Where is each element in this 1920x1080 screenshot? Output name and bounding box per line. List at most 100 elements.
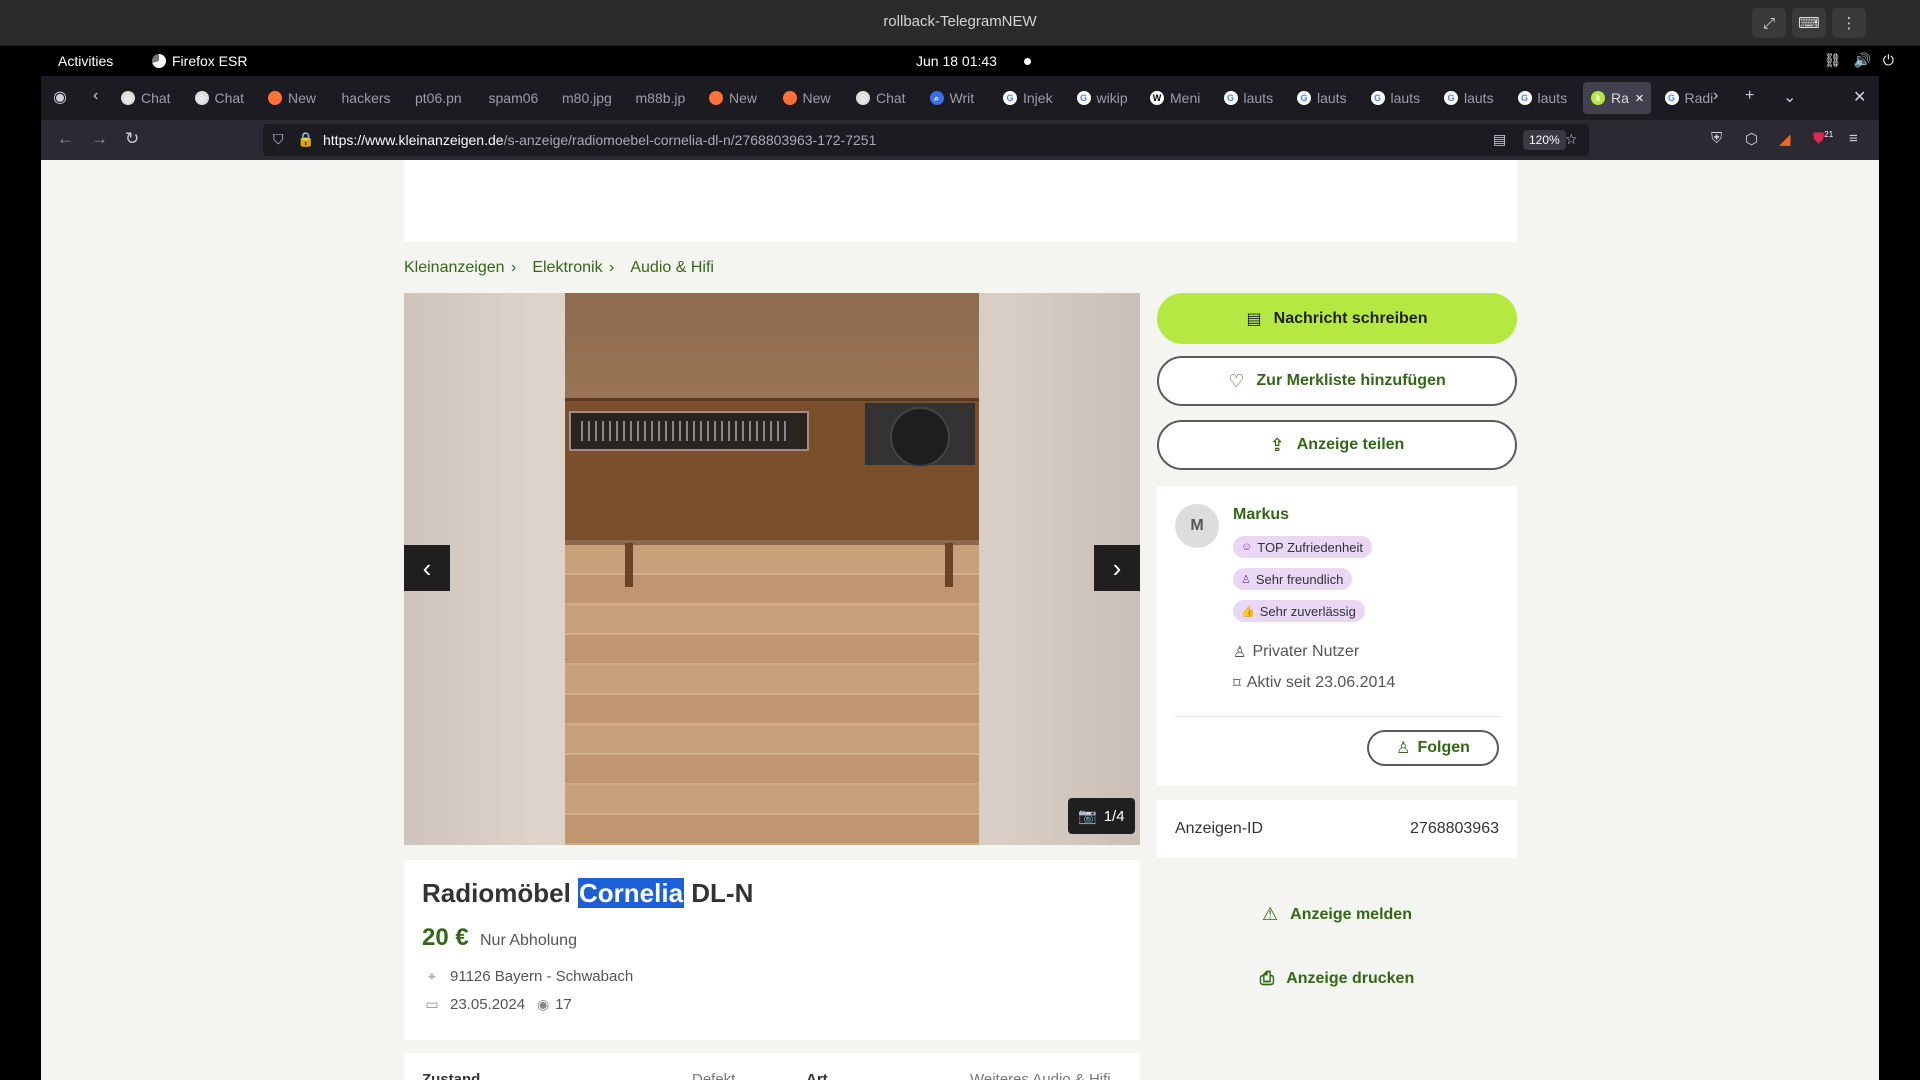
- browser-tab[interactable]: Glauts: [1216, 82, 1286, 114]
- reader-view-icon[interactable]: ▤: [1493, 131, 1506, 148]
- location-text: 91126 Bayern - Schwabach: [450, 968, 634, 985]
- image-gallery[interactable]: ‹ › 📷 1/4: [404, 293, 1140, 845]
- ublock-icon[interactable]: ⛊21: [1813, 130, 1833, 147]
- breadcrumb-item[interactable]: Audio & Hifi: [630, 259, 714, 277]
- shield-icon[interactable]: ⛉: [273, 131, 284, 148]
- browser-tab[interactable]: G Injek: [995, 82, 1065, 114]
- product-photo[interactable]: [565, 293, 979, 845]
- seller-type-text: Privater Nutzer: [1252, 643, 1360, 660]
- view-count: 17: [555, 996, 572, 1013]
- user-icon: ♙: [1233, 644, 1247, 661]
- browser-tab-label: Meni: [1170, 90, 1201, 106]
- ad-id-box: Anzeigen-ID 2768803963: [1157, 800, 1517, 858]
- browser-tab[interactable]: k Ra ✕: [1583, 82, 1651, 114]
- browser-tab-label: Ra: [1611, 90, 1629, 106]
- bookmark-star-icon[interactable]: ☆: [1565, 131, 1578, 148]
- hamburger-menu-icon[interactable]: ≡: [1849, 130, 1858, 147]
- extensions-icon[interactable]: ⬡: [1745, 130, 1758, 148]
- listing-price: 20 €: [422, 924, 469, 951]
- lock-icon[interactable]: 🔒: [297, 131, 314, 148]
- browser-tab-label: lauts: [1537, 90, 1568, 106]
- window-titlebar: rollback-TelegramNEW ⤢ ⌨ ⋮: [0, 0, 1920, 46]
- addon-icon[interactable]: ◢: [1779, 130, 1791, 148]
- browser-tab[interactable]: Glauts: [1436, 82, 1506, 114]
- more-icon[interactable]: ⋮: [1832, 8, 1866, 38]
- browser-tab[interactable]: ◎ Chat: [848, 82, 918, 114]
- ad-id-label: Anzeigen-ID: [1175, 820, 1264, 837]
- browser-tab[interactable]: m80.jpg: [554, 82, 624, 114]
- browser-tab-label: spam06: [488, 90, 539, 106]
- browser-tab-label: New: [802, 90, 831, 106]
- breadcrumb-item[interactable]: Elektronik ›: [532, 259, 614, 277]
- browser-tab[interactable]: pt06.pn: [407, 82, 477, 114]
- reload-icon[interactable]: ↻: [125, 129, 139, 149]
- browser-tab[interactable]: W Meni: [1142, 82, 1212, 114]
- browser-tab-label: m88b.jp: [635, 90, 686, 106]
- photo-floor: [565, 545, 979, 845]
- print-ad-link[interactable]: ⎙ Anzeige drucken: [1157, 968, 1517, 989]
- browser-tab[interactable]: hackers: [334, 82, 404, 114]
- list-all-tabs-icon[interactable]: ⌄: [1783, 87, 1796, 107]
- browser-tab[interactable]: ◎ Chat: [187, 82, 257, 114]
- scroll-tabs-right-icon[interactable]: ›: [1713, 87, 1718, 105]
- google-icon: G: [1664, 91, 1679, 105]
- add-to-watchlist-button[interactable]: ♡ Zur Merkliste hinzufügen: [1157, 356, 1517, 406]
- avatar[interactable]: M: [1175, 504, 1219, 548]
- listing-title: Radiomöbel Cornelia DL-N: [422, 878, 753, 909]
- zoom-indicator[interactable]: 120%: [1523, 130, 1566, 150]
- badge-label: Sehr zuverlässig: [1259, 603, 1356, 619]
- page-content: Kleinanzeigen › Elektronik › Audio & Hif…: [41, 160, 1879, 1080]
- browser-tab[interactable]: Glauts: [1289, 82, 1359, 114]
- follow-label: Folgen: [1417, 739, 1470, 756]
- forward-icon[interactable]: →: [91, 129, 108, 149]
- url-bar[interactable]: ⛉ 🔒 https://www.kleinanzeigen.de/s-anzei…: [263, 124, 1589, 156]
- browser-tab[interactable]: Glauts: [1510, 82, 1580, 114]
- browser-tab-label: lauts: [1243, 90, 1274, 106]
- listing-date: 23.05.2024: [450, 996, 526, 1013]
- share-button[interactable]: ⇪ Anzeige teilen: [1157, 420, 1517, 470]
- back-icon[interactable]: ←: [57, 129, 74, 149]
- seller-name[interactable]: Markus: [1233, 506, 1289, 524]
- app-menu[interactable]: Firefox ESR: [152, 53, 247, 69]
- follow-button[interactable]: ♙ Folgen: [1367, 730, 1499, 766]
- close-tab-icon[interactable]: ✕: [1635, 92, 1644, 105]
- browser-tab[interactable]: New: [701, 82, 771, 114]
- close-window-icon[interactable]: ✕: [1853, 87, 1866, 107]
- browser-tab[interactable]: ◎ Chat: [113, 82, 183, 114]
- image-counter-text: 1/4: [1103, 807, 1125, 825]
- gallery-next-button[interactable]: ›: [1094, 545, 1140, 591]
- chevron-left-icon: ‹: [422, 552, 432, 583]
- detail-value: Weiteres Audio & Hifi: [970, 1071, 1111, 1080]
- browser-tab-label: pt06.pn: [415, 90, 462, 106]
- browser-tab[interactable]: Glauts: [1363, 82, 1433, 114]
- google-icon: G: [1003, 91, 1017, 105]
- report-ad-link[interactable]: ⚠ Anzeige melden: [1157, 904, 1517, 925]
- firefox-view-icon[interactable]: ◉: [53, 87, 67, 107]
- photo-leg: [945, 543, 953, 587]
- send-message-button[interactable]: ▤ Nachricht schreiben: [1157, 293, 1517, 344]
- openai-icon: ◎: [856, 91, 870, 105]
- gallery-prev-button[interactable]: ‹: [404, 545, 450, 591]
- browser-tab[interactable]: Gwikip: [1069, 82, 1139, 114]
- clock[interactable]: Jun 18 01:43: [916, 53, 997, 69]
- browser-tab[interactable]: New: [260, 82, 330, 114]
- browser-tab[interactable]: spam06: [481, 82, 551, 114]
- browser-tab[interactable]: ⌕ Writ: [922, 82, 992, 114]
- browser-tab-label: Injek: [1023, 90, 1053, 106]
- browser-tab[interactable]: m88b.jp: [628, 82, 698, 114]
- pocket-icon[interactable]: ⛨: [1711, 130, 1722, 147]
- badge-label: Sehr freundlich: [1255, 571, 1344, 587]
- system-tray[interactable]: ⛓ 🔊 ⏻: [1824, 52, 1894, 69]
- new-tab-icon[interactable]: +: [1745, 87, 1754, 105]
- tab-strip: ◉ ‹ ◎ Chat ◎ Chat New hackers pt06.pn spam06 m80…: [41, 76, 1879, 120]
- keyboard-icon[interactable]: ⌨: [1792, 8, 1826, 38]
- browser-tab[interactable]: New: [775, 82, 845, 114]
- breadcrumb-item[interactable]: Kleinanzeigen ›: [404, 259, 516, 277]
- ad-id-value: 2768803963: [1410, 820, 1499, 837]
- activities-button[interactable]: Activities: [58, 53, 113, 69]
- expand-icon[interactable]: ⤢: [1752, 8, 1786, 38]
- url-text[interactable]: https://www.kleinanzeigen.de/s-anzeige/r…: [323, 132, 876, 148]
- scroll-tabs-left-icon[interactable]: ‹: [93, 87, 98, 105]
- report-ad-label: Anzeige melden: [1290, 905, 1412, 923]
- firefox-icon: [268, 91, 282, 105]
